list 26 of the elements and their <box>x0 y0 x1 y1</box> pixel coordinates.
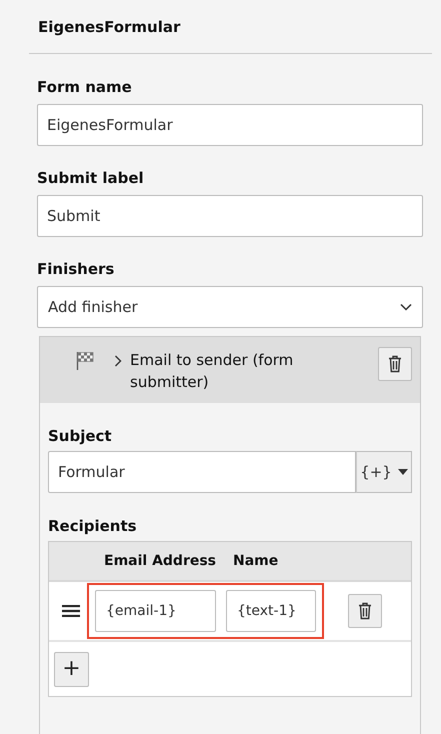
field-label: Subject <box>48 427 112 445</box>
column-header: Email Address <box>104 553 216 569</box>
input-field[interactable]: {email-1} <box>95 590 216 632</box>
add-button[interactable]: + <box>54 652 89 686</box>
field-label: Finishers <box>37 260 114 278</box>
insert-variable-button[interactable]: {+} <box>356 451 412 493</box>
column-header: Name <box>233 553 278 569</box>
field-label: Submit label <box>37 169 144 187</box>
delete-button[interactable] <box>348 594 382 628</box>
chevron-down-icon <box>400 303 412 311</box>
checkered-flag-icon <box>76 351 94 371</box>
trash-icon <box>388 355 402 373</box>
input-field[interactable]: {text-1} <box>226 590 316 632</box>
input-field[interactable]: Formular <box>48 451 356 493</box>
field-label: Recipients <box>48 517 137 535</box>
input-field[interactable]: Submit <box>37 195 423 237</box>
caret-icon <box>398 469 408 475</box>
field-label: Form name <box>37 78 132 96</box>
chevron-right-icon[interactable] <box>114 355 122 367</box>
drag-handle-icon[interactable] <box>62 605 80 617</box>
input-field[interactable]: EigenesFormular <box>37 104 423 146</box>
panel-title: EigenesFormular <box>37 17 180 38</box>
trash-icon <box>358 602 372 620</box>
finisher-select[interactable]: Add finisher <box>37 286 423 328</box>
delete-button[interactable] <box>378 347 412 381</box>
finisher-title: Email to sender (form submitter) <box>130 350 294 393</box>
